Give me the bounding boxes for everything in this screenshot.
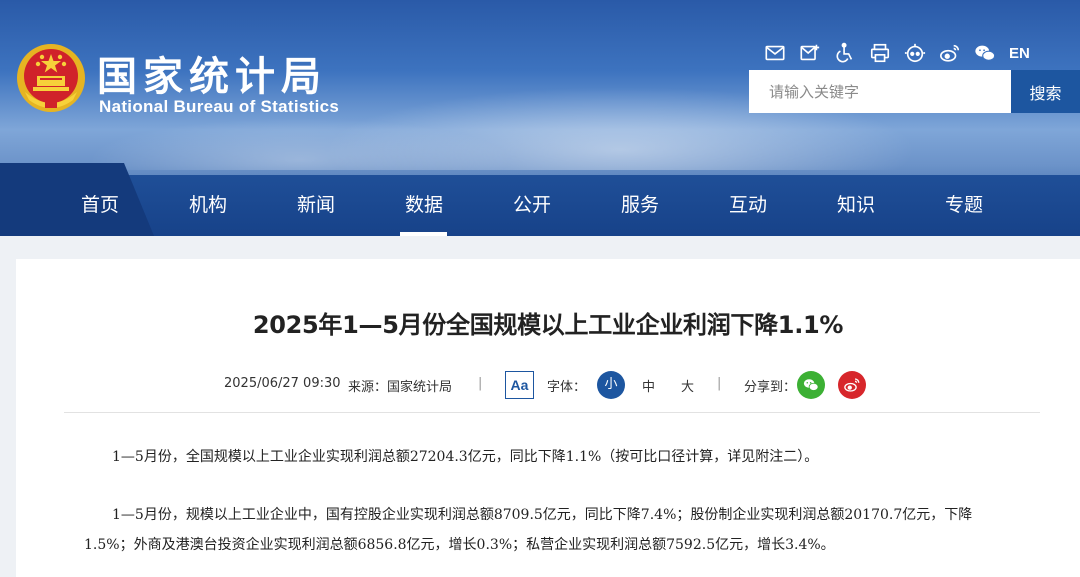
- font-size-toggle[interactable]: Aa: [505, 371, 534, 399]
- accessibility-icon[interactable]: [832, 40, 858, 66]
- mail-icon[interactable]: [762, 40, 788, 66]
- font-size-medium-button[interactable]: 中: [642, 376, 655, 395]
- font-size-small-button[interactable]: 小: [597, 371, 625, 399]
- nav-item-open[interactable]: 公开: [492, 175, 572, 236]
- site-name-cn[interactable]: 国家统计局: [97, 44, 327, 102]
- nav-item-news[interactable]: 新闻: [276, 175, 356, 236]
- weibo-icon[interactable]: [937, 40, 963, 66]
- wechat-icon[interactable]: [972, 40, 998, 66]
- nav-active-indicator: [400, 232, 447, 236]
- article-meta: 2025/06/27 09:30 来源：国家统计局 | Aa 字体： 小 中 大…: [0, 371, 1080, 399]
- header-tools: EN: [762, 40, 1030, 66]
- search-button[interactable]: 搜索: [1011, 70, 1080, 113]
- share-weibo-icon[interactable]: [838, 371, 866, 399]
- font-size-large-button[interactable]: 大: [681, 376, 694, 395]
- article-paragraph: 1—5月份，规模以上工业企业中，国有控股企业实现利润总额8709.5亿元，同比下…: [84, 507, 973, 553]
- article-source: 来源：国家统计局: [348, 380, 453, 395]
- nav-item-org[interactable]: 机构: [168, 175, 248, 236]
- national-emblem-icon[interactable]: [15, 42, 87, 114]
- language-switch[interactable]: EN: [1009, 45, 1030, 62]
- nav-items: 首页 机构 新闻 数据 公开 服务 互动 知识 专题: [0, 175, 1080, 236]
- meta-divider: [64, 412, 1040, 413]
- nav-item-data[interactable]: 数据: [384, 175, 464, 236]
- nav-item-knowledge[interactable]: 知识: [816, 175, 896, 236]
- nav-item-home[interactable]: 首页: [60, 175, 140, 236]
- search-input[interactable]: [749, 70, 1011, 113]
- share-wechat-icon[interactable]: [797, 371, 825, 399]
- nav-item-interact[interactable]: 互动: [708, 175, 788, 236]
- meta-separator: |: [717, 376, 722, 391]
- message-icon[interactable]: [797, 40, 823, 66]
- publish-date: 2025/06/27 09:30: [224, 376, 341, 391]
- meta-separator: |: [478, 376, 483, 391]
- nav-item-topics[interactable]: 专题: [924, 175, 1004, 236]
- nav-item-services[interactable]: 服务: [600, 175, 680, 236]
- robot-icon[interactable]: [902, 40, 928, 66]
- print-icon[interactable]: [867, 40, 893, 66]
- font-size-label: 字体：: [547, 380, 587, 395]
- article-paragraph: 1—5月份，全国规模以上工业企业实现利润总额27204.3亿元，同比下降1.1%…: [112, 449, 819, 465]
- share-label: 分享到：: [744, 380, 797, 395]
- site-name-en[interactable]: National Bureau of Statistics: [99, 97, 339, 117]
- article-title: 2025年1—5月份全国规模以上工业企业利润下降1.1%: [252, 311, 844, 339]
